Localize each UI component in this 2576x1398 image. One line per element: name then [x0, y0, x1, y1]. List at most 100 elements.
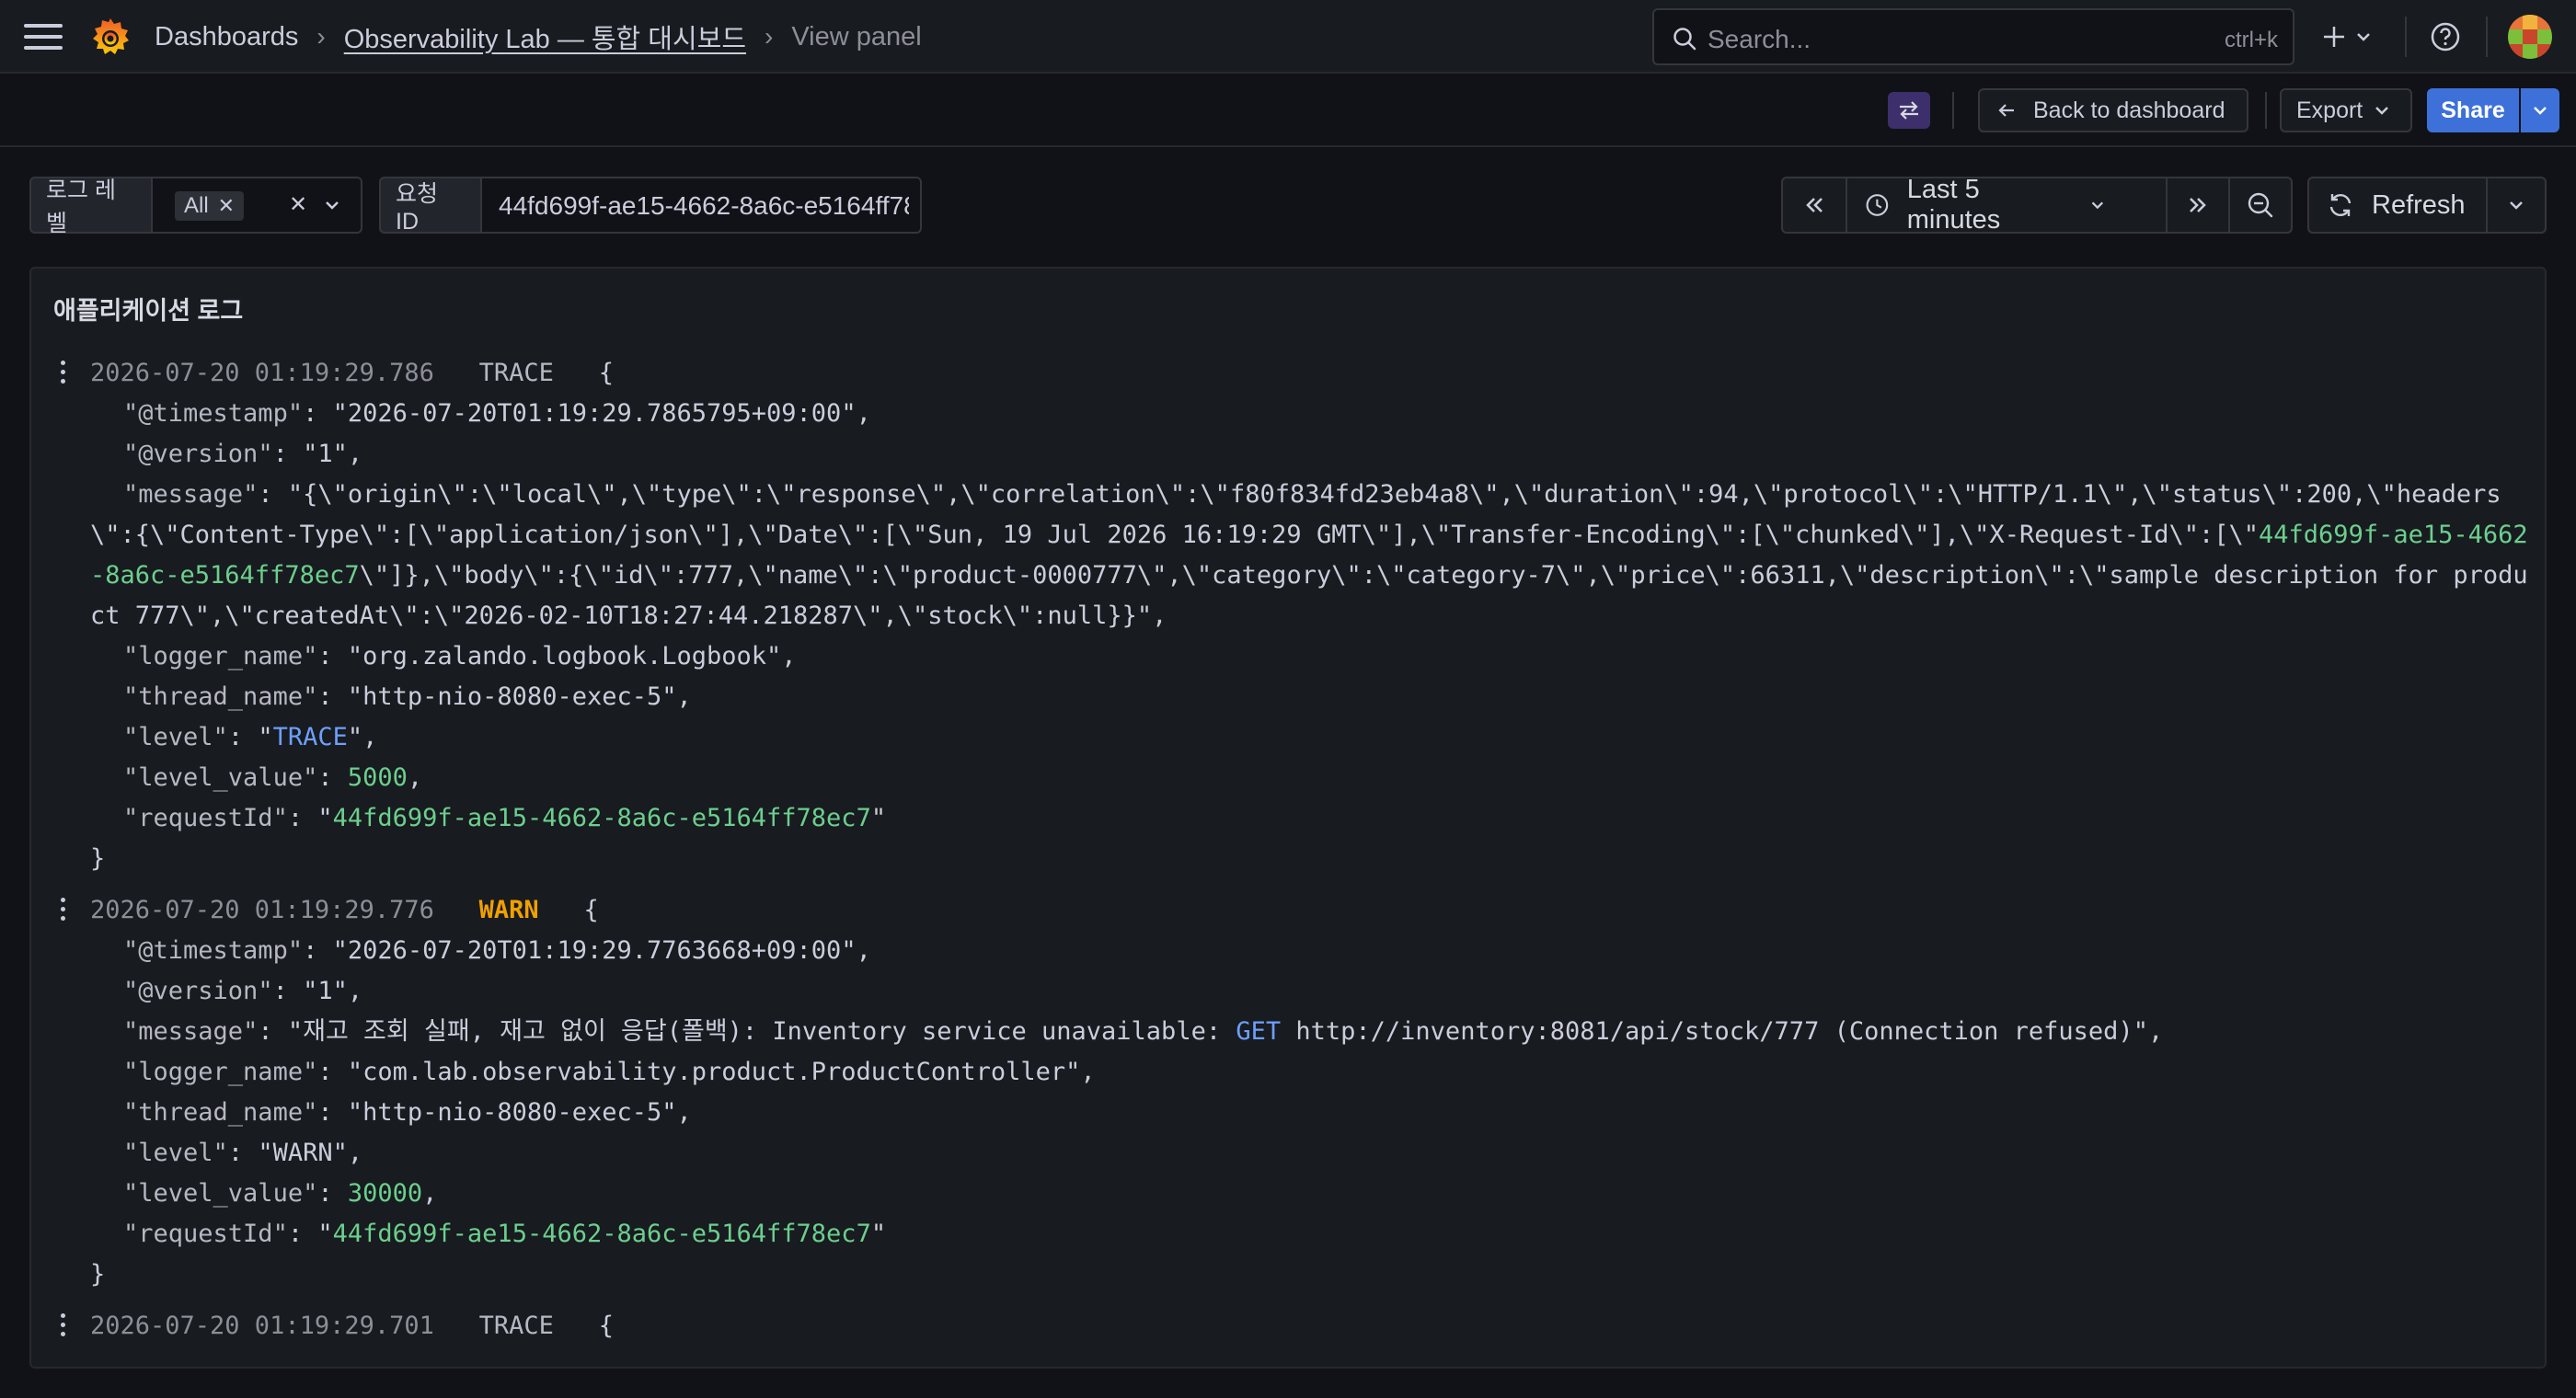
- log-line-header: 2026-07-20 01:19:29.786 TRACE {: [90, 359, 614, 387]
- field-value: 2026-07-20T01:19:29.7865795+09:00: [347, 399, 842, 428]
- refresh-controls: Refresh: [2307, 177, 2547, 234]
- field-key: @version: [138, 977, 259, 1005]
- top-bar: Dashboards › Observability Lab — 통합 대시보드…: [0, 0, 2576, 74]
- time-shift-back-button[interactable]: [1783, 178, 1846, 232]
- log-level-chip-label: All: [184, 193, 209, 218]
- field-key: level: [138, 723, 213, 751]
- field-value: 1: [317, 977, 333, 1005]
- log-field-timestamp: "@timestamp": "2026-07-20T01:19:29.77636…: [123, 936, 871, 965]
- chevron-down-icon[interactable]: [322, 195, 342, 215]
- search-icon: [1673, 28, 1696, 51]
- request-id-input[interactable]: 44fd699f-ae15-4662-8a6c-e5164ff78ec7: [482, 177, 922, 234]
- plus-icon: [2324, 27, 2344, 47]
- back-to-dashboard-button[interactable]: Back to dashboard: [1978, 88, 2248, 132]
- breadcrumb-dashboard-link[interactable]: Observability Lab — 통합 대시보드: [344, 17, 746, 56]
- field-value: 30000: [347, 1179, 423, 1208]
- refresh-button[interactable]: Refresh: [2309, 178, 2486, 232]
- log-field-level: "level": "WARN",: [123, 1139, 363, 1167]
- field-value: 2026-07-20T01:19:29.7763668+09:00: [347, 936, 842, 965]
- grafana-logo-icon[interactable]: [88, 15, 132, 59]
- field-key: level_value: [138, 1179, 304, 1208]
- field-value: \"]},\"body\":{\"id\":777,\"name\":\"pro…: [90, 561, 2528, 630]
- request-id-label-text: 요청 ID: [396, 180, 439, 235]
- field-value: 44fd699f-ae15-4662-8a6c-e5164ff78ec7: [332, 1220, 871, 1248]
- divider: [1952, 92, 1954, 129]
- field-value-highlight: GET: [1236, 1017, 1282, 1046]
- breadcrumb-dashboards[interactable]: Dashboards: [155, 22, 298, 52]
- help-icon[interactable]: [2429, 20, 2462, 53]
- log-row-menu-icon[interactable]: [61, 361, 68, 388]
- field-key: message: [138, 1017, 244, 1046]
- log-line-close: }: [90, 844, 106, 873]
- log-field-thread: "thread_name": "http-nio-8080-exec-5",: [123, 1098, 692, 1127]
- log-level-label-text: 로그 레벨: [46, 178, 116, 236]
- switch-view-button[interactable]: [1888, 92, 1930, 129]
- log-row-menu-icon[interactable]: [61, 1313, 68, 1341]
- time-shift-forward-button[interactable]: [2168, 178, 2228, 232]
- search-shortcut: ctrl+k: [2224, 28, 2278, 52]
- log-entry[interactable]: 2026-07-20 01:19:29.701 TRACE {: [31, 1306, 2545, 1361]
- field-key: message: [138, 480, 244, 509]
- swap-icon: [1900, 101, 1918, 120]
- log-level-select[interactable]: All ✕ ✕: [153, 177, 362, 234]
- field-key: @timestamp: [138, 936, 288, 965]
- refresh-icon: [2329, 193, 2352, 217]
- log-list: 2026-07-20 01:19:29.786 TRACE { "@timest…: [31, 353, 2545, 1361]
- search-placeholder: Search...: [1708, 25, 1811, 53]
- field-value: http-nio-8080-exec-5: [362, 682, 662, 711]
- field-key: @version: [138, 440, 259, 468]
- log-time: 2026-07-20 01:19:29.776: [90, 896, 434, 924]
- refresh-interval-button[interactable]: [2488, 178, 2545, 232]
- breadcrumb: Dashboards › Observability Lab — 통합 대시보드…: [155, 0, 922, 74]
- time-range-controls: Last 5 minutes: [1781, 175, 2293, 235]
- time-range-picker[interactable]: Last 5 minutes: [1847, 175, 2107, 235]
- add-button[interactable]: [2320, 18, 2379, 55]
- log-entry[interactable]: 2026-07-20 01:19:29.776 WARN { "@timesta…: [31, 890, 2545, 1306]
- log-entry[interactable]: 2026-07-20 01:19:29.786 TRACE { "@timest…: [31, 353, 2545, 890]
- log-level-chip: All ✕: [175, 191, 245, 221]
- export-button[interactable]: Export: [2280, 88, 2412, 132]
- log-row-menu-icon[interactable]: [61, 898, 68, 925]
- request-id-variable-label: 요청 ID: [379, 177, 482, 235]
- log-field-level: "level": "TRACE",: [123, 723, 378, 751]
- chevron-down-icon: [2091, 201, 2104, 210]
- log-field-level-value: "level_value": 30000,: [123, 1179, 438, 1208]
- field-value: {\"origin\":\"local\",\"type\":\"respons…: [90, 480, 2501, 549]
- clock-icon: [1866, 194, 1889, 216]
- field-key: logger_name: [138, 1058, 304, 1086]
- share-menu-button[interactable]: [2521, 88, 2559, 132]
- avatar[interactable]: [2508, 15, 2552, 59]
- double-chevron-left-icon: [1806, 198, 1823, 212]
- share-label: Share: [2441, 97, 2505, 123]
- field-value: org.zalando.logbook.Logbook: [362, 642, 767, 670]
- field-key: thread_name: [138, 1098, 304, 1127]
- double-chevron-right-icon: [2190, 198, 2206, 212]
- log-time: 2026-07-20 01:19:29.701: [90, 1312, 434, 1340]
- remove-chip-icon[interactable]: ✕: [218, 194, 235, 218]
- log-field-request-id: "requestId": "44fd699f-ae15-4662-8a6c-e5…: [123, 1220, 887, 1248]
- log-field-version: "@version": "1",: [123, 440, 363, 468]
- log-field-level-value: "level_value": 5000,: [123, 763, 423, 792]
- log-line-header: 2026-07-20 01:19:29.776 WARN {: [90, 896, 599, 924]
- chevron-right-icon: ›: [316, 22, 326, 51]
- zoom-out-button[interactable]: [2230, 178, 2291, 232]
- breadcrumb-current: View panel: [791, 21, 922, 52]
- chevron-down-icon: [2510, 201, 2523, 210]
- field-value: 재고 조회 실패, 재고 없이 응답(폴백): Inventory servic…: [303, 1017, 1236, 1046]
- share-button[interactable]: Share: [2427, 88, 2519, 132]
- menu-icon[interactable]: [24, 24, 63, 50]
- zoom-out-icon: [2248, 192, 2273, 218]
- field-value: 44fd699f-ae15-4662-8a6c-e5164ff78ec7: [332, 804, 871, 832]
- log-line-close: }: [90, 1260, 106, 1289]
- log-field-thread: "thread_name": "http-nio-8080-exec-5",: [123, 682, 692, 711]
- log-level: TRACE: [478, 359, 554, 387]
- clear-icon[interactable]: ✕: [289, 191, 307, 218]
- divider: [2265, 92, 2267, 129]
- chevron-down-icon: [2375, 107, 2389, 115]
- panel-title: 애플리케이션 로그: [53, 297, 244, 325]
- divider: [2486, 17, 2488, 57]
- log-field-version: "@version": "1",: [123, 977, 363, 1005]
- field-key: requestId: [138, 804, 273, 832]
- search-input[interactable]: Search... ctrl+k: [1652, 8, 2294, 65]
- time-range-label: Last 5 minutes: [1906, 175, 2001, 235]
